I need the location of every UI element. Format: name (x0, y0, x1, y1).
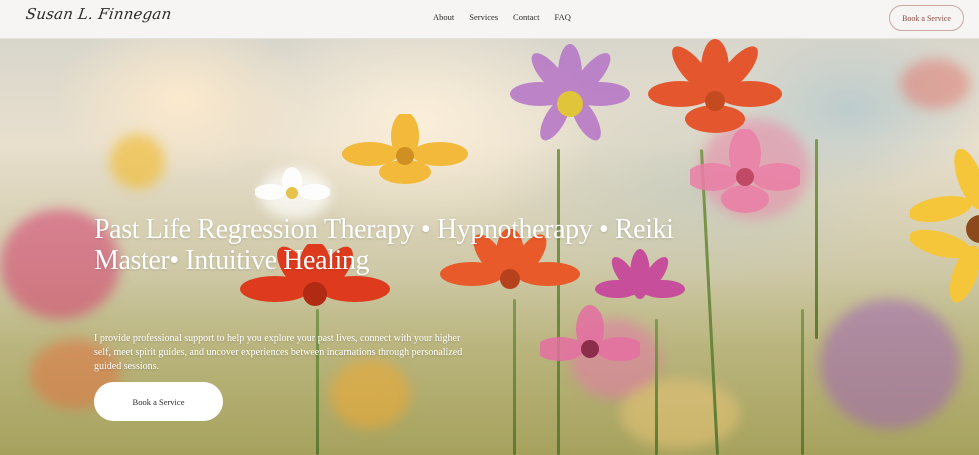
nav-services[interactable]: Services (469, 12, 498, 22)
hero-section: Past Life Regression Therapy • Hypnother… (0, 39, 979, 455)
hero-title: Past Life Regression Therapy • Hypnother… (94, 214, 674, 276)
hero-book-button[interactable]: Book a Service (94, 382, 223, 421)
nav-faq[interactable]: FAQ (555, 12, 571, 22)
site-logo[interactable]: Susan L. Finnegan (25, 5, 173, 23)
header-book-button[interactable]: Book a Service (889, 5, 964, 31)
main-nav: About Services Contact FAQ (433, 12, 586, 22)
site-header: Susan L. Finnegan About Services Contact… (0, 0, 979, 39)
nav-contact[interactable]: Contact (513, 12, 539, 22)
hero-subtitle: I provide professional support to help y… (94, 333, 463, 372)
nav-about[interactable]: About (433, 12, 454, 22)
